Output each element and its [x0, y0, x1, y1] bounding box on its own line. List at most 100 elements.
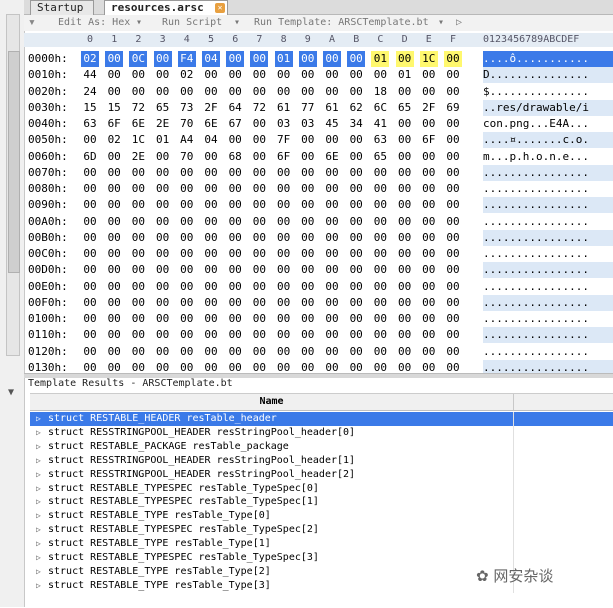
hex-byte[interactable]: 00 [81, 230, 99, 246]
hex-byte[interactable]: 00 [178, 230, 196, 246]
hex-byte[interactable]: 00 [298, 51, 317, 67]
hex-byte[interactable]: 00 [371, 214, 389, 230]
hex-byte[interactable]: 00 [371, 311, 389, 327]
hex-byte[interactable]: 00 [129, 67, 147, 83]
hex-byte[interactable]: 72 [129, 100, 147, 116]
hex-byte[interactable]: 00 [226, 327, 244, 343]
ascii-text[interactable]: ................ [483, 229, 613, 246]
hex-byte[interactable]: 67 [226, 116, 244, 132]
hex-byte[interactable]: 00 [154, 230, 172, 246]
hex-byte[interactable]: 01 [371, 51, 390, 67]
hex-byte[interactable]: 2F [420, 100, 438, 116]
pin-icon[interactable]: ▼ [2, 387, 20, 401]
hex-byte[interactable]: 00 [347, 165, 365, 181]
hex-byte[interactable]: 00 [105, 327, 123, 343]
hex-byte[interactable]: 24 [81, 84, 99, 100]
hex-byte[interactable]: 00 [129, 295, 147, 311]
hex-byte[interactable]: 00 [226, 279, 244, 295]
hex-byte[interactable]: 00 [178, 295, 196, 311]
hex-byte[interactable]: 00 [444, 149, 462, 165]
hex-byte[interactable]: 00 [323, 230, 341, 246]
hex-byte[interactable]: 00 [444, 295, 462, 311]
hex-byte[interactable]: 00 [105, 181, 123, 197]
ascii-text[interactable]: ................ [483, 311, 613, 327]
hex-byte[interactable]: 00 [105, 51, 124, 67]
hex-byte[interactable]: A4 [178, 132, 196, 148]
hex-byte[interactable]: 00 [250, 165, 268, 181]
hex-byte[interactable]: 00 [226, 84, 244, 100]
hex-byte[interactable]: 00 [81, 262, 99, 278]
hex-byte[interactable]: 02 [105, 132, 123, 148]
hex-byte[interactable]: 00 [81, 311, 99, 327]
expand-arrow-icon[interactable]: ▷ [36, 482, 44, 496]
hex-byte[interactable]: 00 [299, 84, 317, 100]
hex-byte[interactable]: 00 [202, 295, 220, 311]
hex-byte[interactable]: 00 [250, 197, 268, 213]
hex-byte[interactable]: 00 [275, 311, 293, 327]
hex-row[interactable]: 00C0h: 00 00 00 00 00 00 00 00 00 00 00 00 00 00 00 00..… [24, 246, 613, 262]
hex-byte[interactable]: 00 [396, 149, 414, 165]
hex-byte[interactable]: 00 [105, 197, 123, 213]
hex-byte[interactable]: 00 [81, 165, 99, 181]
hex-byte[interactable]: 65 [396, 100, 414, 116]
hex-byte[interactable]: 00 [299, 165, 317, 181]
hex-byte[interactable]: 00 [202, 279, 220, 295]
template-row[interactable]: ▷ struct RESTABLE_TYPE resTable_Type[1] [30, 537, 613, 552]
hex-byte[interactable]: 00 [250, 230, 268, 246]
hex-byte[interactable]: 00 [347, 246, 365, 262]
hex-byte[interactable]: 15 [105, 100, 123, 116]
left-scrollbar[interactable] [6, 14, 20, 356]
hex-byte[interactable]: 00 [347, 279, 365, 295]
hex-byte[interactable]: 00 [396, 327, 414, 343]
hex-byte[interactable]: 00 [347, 295, 365, 311]
hex-row[interactable]: 0080h: 00 00 00 00 00 00 00 00 00 00 00 00 00 00 00 00..… [24, 181, 613, 197]
ascii-text[interactable]: ..res/drawable/i [483, 99, 613, 116]
hex-byte[interactable]: 2E [154, 116, 172, 132]
hex-byte[interactable]: 00 [420, 197, 438, 213]
hex-byte[interactable]: 00 [299, 327, 317, 343]
hex-byte[interactable]: 00 [178, 165, 196, 181]
hex-byte[interactable]: 00 [396, 197, 414, 213]
hex-byte[interactable]: 00 [226, 246, 244, 262]
hex-byte[interactable]: 1C [129, 132, 147, 148]
hex-byte[interactable]: 00 [275, 181, 293, 197]
hex-byte[interactable]: 00 [371, 67, 389, 83]
hex-byte[interactable]: 73 [178, 100, 196, 116]
hex-byte[interactable]: 00 [81, 132, 99, 148]
hex-byte[interactable]: 00 [250, 279, 268, 295]
hex-byte[interactable]: 64 [226, 100, 244, 116]
hex-byte[interactable]: 00 [154, 181, 172, 197]
ascii-text[interactable]: ....¤.......c.o. [483, 132, 613, 149]
hex-row[interactable]: 0030h: 15 15 72 65 73 2F 64 72 61 77 61 62 6C 65 2F 69..… [24, 99, 613, 116]
hex-byte[interactable]: 00 [154, 84, 172, 100]
hex-byte[interactable]: 00 [420, 67, 438, 83]
hex-byte[interactable]: 00 [154, 67, 172, 83]
hex-byte[interactable]: 00 [444, 165, 462, 181]
ascii-text[interactable]: ................ [483, 279, 613, 295]
hex-byte[interactable]: 00 [371, 344, 389, 360]
hex-byte[interactable]: 65 [371, 149, 389, 165]
hex-byte[interactable]: 00 [371, 295, 389, 311]
hex-row[interactable]: 0090h: 00 00 00 00 00 00 00 00 00 00 00 00 00 00 00 00..… [24, 197, 613, 214]
template-row[interactable]: ▷ struct RESTABLE_PACKAGE resTable_packag… [30, 439, 613, 454]
hex-byte[interactable]: 00 [323, 246, 341, 262]
hex-byte[interactable]: 00 [129, 84, 147, 100]
hex-byte[interactable]: 02 [81, 51, 99, 67]
hex-byte[interactable]: 00 [202, 84, 220, 100]
hex-byte[interactable]: 00 [250, 311, 268, 327]
hex-byte[interactable]: 00 [250, 51, 269, 67]
hex-byte[interactable]: 6D [81, 149, 99, 165]
hex-byte[interactable]: 00 [347, 214, 365, 230]
hex-byte[interactable]: 00 [250, 132, 268, 148]
hex-byte[interactable]: 00 [444, 214, 462, 230]
hex-byte[interactable]: 00 [299, 344, 317, 360]
hex-row[interactable]: 00F0h: 00 00 00 00 00 00 00 00 00 00 00 00 00 00 00 00..… [24, 294, 613, 311]
tab-startup[interactable]: Startup [30, 0, 94, 15]
hex-byte[interactable]: 00 [154, 279, 172, 295]
hex-byte[interactable]: 00 [396, 279, 414, 295]
hex-byte[interactable]: 00 [371, 230, 389, 246]
hex-byte[interactable]: 00 [275, 246, 293, 262]
hex-byte[interactable]: 00 [202, 67, 220, 83]
hex-byte[interactable]: 00 [202, 181, 220, 197]
hex-byte[interactable]: 00 [396, 132, 414, 148]
